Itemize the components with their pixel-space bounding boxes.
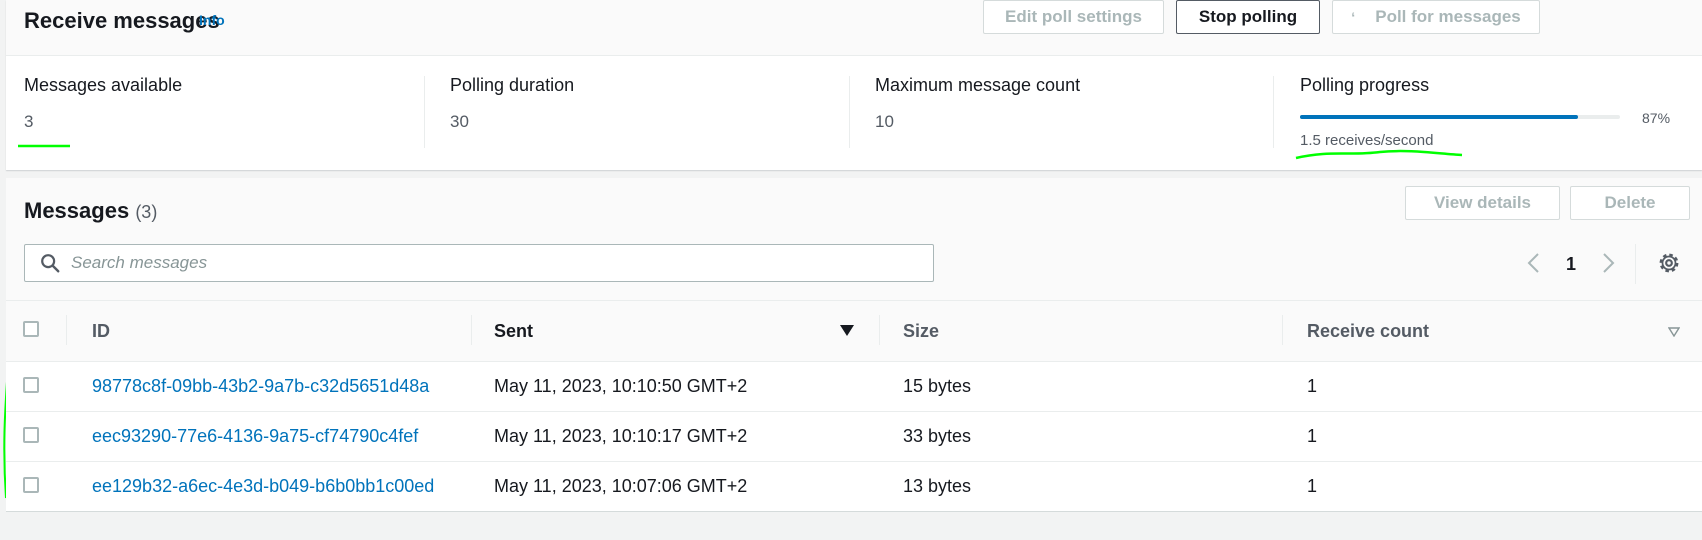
message-receive-count: 1 — [1307, 426, 1318, 446]
view-details-button[interactable]: View details — [1405, 186, 1560, 220]
sort-descending-icon[interactable] — [840, 325, 854, 337]
message-sent: May 11, 2023, 10:10:17 GMT+2 — [494, 426, 748, 446]
message-id-link[interactable]: eec93290-77e6-4136-9a75-cf74790c4fef — [92, 426, 418, 447]
row-checkbox[interactable] — [23, 377, 39, 393]
search-input[interactable] — [69, 252, 933, 274]
message-size: 15 bytes — [903, 376, 972, 396]
message-id-link[interactable]: 98778c8f-09bb-43b2-9a7b-c32d5651d48a — [92, 376, 429, 397]
messages-title: Messages — [24, 198, 130, 223]
underline-annotation — [1295, 149, 1463, 160]
table-header: ID Sent Size Receive count — [6, 301, 1702, 362]
search-icon — [41, 254, 60, 273]
message-sent: May 11, 2023, 10:07:06 GMT+2 — [494, 476, 748, 496]
row-checkbox[interactable] — [23, 427, 39, 443]
column-divider — [66, 315, 67, 345]
message-sent: May 11, 2023, 10:10:50 GMT+2 — [494, 376, 748, 396]
messages-table: ID Sent Size Receive count 98778c8f-09bb… — [6, 300, 1702, 512]
column-header-size[interactable]: Size — [903, 321, 939, 342]
view-details-label: View details — [1433, 193, 1531, 212]
column-header-sent[interactable]: Sent — [494, 321, 533, 342]
row-checkbox[interactable] — [23, 477, 39, 493]
column-header-receive-count[interactable]: Receive count — [1307, 321, 1429, 342]
table-row[interactable]: ee129b32-a6ec-4e3d-b049-b6b0bb1c00ed May… — [6, 462, 1702, 512]
column-divider — [1282, 315, 1283, 345]
gear-icon[interactable] — [1656, 250, 1682, 276]
current-page[interactable]: 1 — [1566, 254, 1576, 275]
pager-divider — [1635, 244, 1636, 284]
message-receive-count: 1 — [1307, 476, 1318, 496]
messages-section: Messages (3) View details Delete 1 ID Se… — [6, 178, 1702, 512]
message-size: 13 bytes — [903, 476, 972, 496]
message-receive-count: 1 — [1307, 376, 1318, 396]
search-box[interactable] — [24, 244, 934, 282]
sort-indicator-icon[interactable] — [1668, 327, 1680, 337]
delete-button[interactable]: Delete — [1570, 186, 1690, 220]
table-row[interactable]: 98778c8f-09bb-43b2-9a7b-c32d5651d48a May… — [6, 362, 1702, 412]
messages-count: (3) — [135, 202, 158, 222]
messages-heading: Messages (3) — [24, 198, 157, 224]
next-page-icon[interactable] — [1598, 248, 1618, 278]
column-divider — [471, 315, 472, 345]
column-divider — [879, 315, 880, 345]
table-row[interactable]: eec93290-77e6-4136-9a75-cf74790c4fef May… — [6, 412, 1702, 462]
message-id-link[interactable]: ee129b32-a6ec-4e3d-b049-b6b0bb1c00ed — [92, 476, 434, 497]
select-all-checkbox[interactable] — [23, 321, 39, 337]
delete-label: Delete — [1604, 193, 1656, 212]
message-size: 33 bytes — [903, 426, 972, 446]
previous-page-icon[interactable] — [1524, 248, 1544, 278]
column-header-id[interactable]: ID — [92, 321, 110, 342]
